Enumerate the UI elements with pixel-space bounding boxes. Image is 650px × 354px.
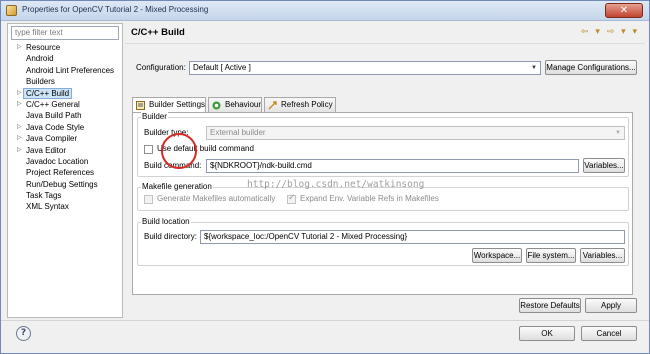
tree-item-label: C/C++ Build xyxy=(23,87,73,99)
category-tree: ▷ Resource Android Android Lint Preferences… xyxy=(8,42,122,213)
expand-arrow-icon[interactable]: ▷ xyxy=(17,88,23,99)
tree-item-run-debug-settings[interactable]: Run/Debug Settings xyxy=(8,179,122,190)
dropdown-arrow-icon: ▼ xyxy=(615,130,621,136)
build-directory-input[interactable]: ${workspace_loc:/OpenCV Tutorial 2 - Mix… xyxy=(200,230,625,244)
behaviour-icon xyxy=(212,101,221,110)
variables-button[interactable]: Variables... xyxy=(583,158,625,173)
tree-item-label: Task Tags xyxy=(26,191,62,201)
builder-settings-panel: Builder Builder type: External builder ▼… xyxy=(132,112,633,295)
tree-item-javadoc-location[interactable]: Javadoc Location xyxy=(8,156,122,167)
tree-item-c-c-build[interactable]: ▷ C/C++ Build xyxy=(8,87,122,99)
tab-behaviour-label: Behaviour xyxy=(225,100,262,109)
tree-item-label: Javadoc Location xyxy=(26,156,89,166)
tree-item-android[interactable]: Android xyxy=(8,53,122,64)
page-title: C/C++ Build xyxy=(131,27,185,38)
tree-item-java-compiler[interactable]: ▷ Java Compiler xyxy=(8,133,122,144)
category-tree-panel: type filter text ▷ Resource Android Android… xyxy=(7,23,123,318)
title-bar: Properties for OpenCV Tutorial 2 - Mixed… xyxy=(1,1,649,21)
build-location-group-title: Build location xyxy=(141,217,191,226)
configuration-label: Configuration: xyxy=(136,63,186,72)
configuration-value: Default [ Active ] xyxy=(193,63,251,72)
tree-item-label: Java Compiler xyxy=(26,134,78,144)
tree-item-java-code-style[interactable]: ▷ Java Code Style xyxy=(8,122,122,133)
tree-item-label: C/C++ General xyxy=(26,99,80,109)
history-nav-icons[interactable]: ⇦ ▾ ⇨ ▾ ▾ xyxy=(581,27,639,37)
generate-makefiles-label: Generate Makefiles automatically xyxy=(157,194,276,203)
workspace-button[interactable]: Workspace... xyxy=(472,248,522,263)
tree-item-xml-syntax[interactable]: XML Syntax xyxy=(8,201,122,212)
expand-arrow-icon[interactable]: ▷ xyxy=(17,99,23,110)
tree-item-label: Android xyxy=(26,54,54,64)
close-button[interactable]: ✕ xyxy=(605,3,643,18)
builder-settings-icon xyxy=(136,101,145,110)
expand-arrow-icon[interactable]: ▷ xyxy=(17,122,23,133)
tab-refresh-policy[interactable]: Refresh Policy xyxy=(264,97,336,112)
annotation-circle xyxy=(161,133,197,169)
filter-input[interactable]: type filter text xyxy=(11,26,119,40)
use-default-checkbox[interactable] xyxy=(144,145,153,154)
expand-arrow-icon[interactable]: ▷ xyxy=(17,145,23,156)
tree-item-android-lint-preferences[interactable]: Android Lint Preferences xyxy=(8,65,122,76)
configuration-select[interactable]: Default [ Active ] ▼ xyxy=(189,61,541,75)
tree-item-label: Java Editor xyxy=(26,145,67,155)
refresh-icon xyxy=(268,101,277,110)
builder-group-title: Builder xyxy=(141,112,168,121)
builder-type-value: External builder xyxy=(210,128,266,137)
folder-icon xyxy=(6,5,17,16)
expand-arrow-icon[interactable]: ▷ xyxy=(17,42,23,53)
tree-item-project-references[interactable]: Project References xyxy=(8,167,122,178)
window-title: Properties for OpenCV Tutorial 2 - Mixed… xyxy=(22,5,209,14)
build-command-input[interactable]: ${NDKROOT}/ndk-build.cmd xyxy=(206,159,579,173)
tree-item-label: Android Lint Preferences xyxy=(26,65,115,75)
tab-builder-settings[interactable]: Builder Settings xyxy=(132,97,206,113)
tree-item-label: Java Code Style xyxy=(26,122,85,132)
ok-button[interactable]: OK xyxy=(519,326,575,341)
expand-arrow-icon[interactable]: ▷ xyxy=(17,133,23,144)
tree-item-java-editor[interactable]: ▷ Java Editor xyxy=(8,145,122,156)
apply-button[interactable]: Apply xyxy=(585,298,637,313)
tree-item-label: Project References xyxy=(26,168,95,178)
build-directory-label: Build directory: xyxy=(144,232,197,241)
watermark-text: http://blog.csdn.net/watkinsong xyxy=(247,179,425,190)
tree-item-label: XML Syntax xyxy=(26,202,69,212)
help-icon[interactable]: ? xyxy=(16,326,31,341)
variables-button-2[interactable]: Variables... xyxy=(580,248,625,263)
tree-item-builders[interactable]: Builders xyxy=(8,76,122,87)
tree-item-label: Resource xyxy=(26,43,61,52)
tab-builder-settings-label: Builder Settings xyxy=(149,100,206,109)
tree-item-resource[interactable]: ▷ Resource xyxy=(8,42,122,53)
checkmark-icon: ✓ xyxy=(288,193,296,203)
manage-configurations-button[interactable]: Manage Configurations... xyxy=(545,60,637,75)
generate-makefiles-checkbox xyxy=(144,195,153,204)
dropdown-arrow-icon: ▼ xyxy=(531,65,537,71)
tree-item-c-c-general[interactable]: ▷ C/C++ General xyxy=(8,99,122,110)
properties-dialog: Properties for OpenCV Tutorial 2 - Mixed… xyxy=(0,0,650,354)
expand-env-checkbox: ✓ xyxy=(287,193,296,204)
tree-item-label: Run/Debug Settings xyxy=(26,179,98,189)
tab-refresh-policy-label: Refresh Policy xyxy=(281,100,333,109)
cancel-button[interactable]: Cancel xyxy=(581,326,637,341)
tree-item-label: Java Build Path xyxy=(26,111,82,121)
tree-item-task-tags[interactable]: Task Tags xyxy=(8,190,122,201)
tab-behaviour[interactable]: Behaviour xyxy=(208,97,262,112)
restore-defaults-button[interactable]: Restore Defaults xyxy=(519,298,581,313)
builder-type-select: External builder ▼ xyxy=(206,126,625,140)
tree-item-java-build-path[interactable]: Java Build Path xyxy=(8,110,122,121)
tree-item-label: Builders xyxy=(26,77,55,87)
title-divider xyxy=(125,43,645,44)
expand-env-label: Expand Env. Variable Refs in Makefiles xyxy=(300,194,439,203)
makefile-group-title: Makefile generation xyxy=(141,182,213,191)
footer-divider xyxy=(1,320,649,321)
file-system-button[interactable]: File system... xyxy=(526,248,576,263)
page-panel: C/C++ Build ⇦ ▾ ⇨ ▾ ▾ Configuration: Def… xyxy=(125,23,645,318)
